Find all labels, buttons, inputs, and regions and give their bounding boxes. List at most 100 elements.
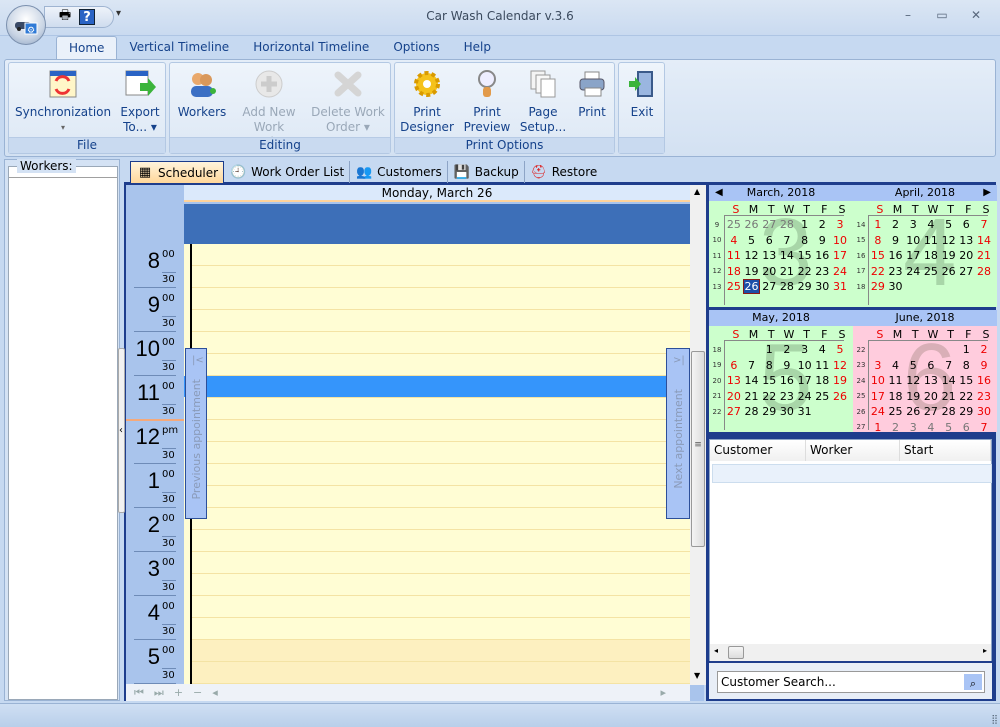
calendar-day[interactable]: 8 [957, 359, 975, 372]
calendar-day[interactable]: 27 [760, 218, 778, 231]
tab-vertical-timeline[interactable]: Vertical Timeline [117, 36, 241, 60]
calendar-day[interactable]: 5 [904, 359, 922, 372]
calendar-day[interactable]: 12 [743, 249, 761, 262]
calendar-day[interactable]: 21 [743, 390, 761, 403]
time-slot[interactable] [190, 288, 690, 310]
calendar-day[interactable]: 5 [831, 343, 849, 356]
calendar-day[interactable]: 30 [813, 280, 831, 293]
calendar-day[interactable]: 7 [743, 359, 761, 372]
calendar-day[interactable]: 26 [940, 265, 958, 278]
calendar-day[interactable]: 26 [743, 218, 761, 231]
calendar-day[interactable]: 1 [957, 343, 975, 356]
time-slot[interactable] [190, 486, 690, 508]
calendar-day[interactable]: 17 [904, 249, 922, 262]
delete-work-order-button[interactable]: Delete Work Order ▾ [310, 67, 386, 135]
calendar-day[interactable]: 7 [975, 218, 993, 231]
calendar-day[interactable]: 20 [760, 265, 778, 278]
calendar-day[interactable]: 18 [725, 265, 743, 278]
calendar-day[interactable]: 6 [957, 218, 975, 231]
calendar-day[interactable]: 15 [796, 249, 814, 262]
calendar-day[interactable]: 9 [813, 234, 831, 247]
calendar-day[interactable]: 29 [869, 280, 887, 293]
tab-horizontal-timeline[interactable]: Horizontal Timeline [241, 36, 381, 60]
calendar-day[interactable]: 25 [725, 280, 743, 293]
calendar-day[interactable]: 20 [922, 390, 940, 403]
tab-help[interactable]: Help [452, 36, 503, 60]
calendar-day[interactable]: 11 [922, 234, 940, 247]
scroll-down-icon[interactable]: ▼ [694, 671, 700, 680]
calendar-day[interactable]: 1 [869, 218, 887, 231]
scroll-up-icon[interactable]: ▲ [694, 187, 700, 196]
calendar-day[interactable]: 14 [940, 374, 958, 387]
tab-options[interactable]: Options [381, 36, 451, 60]
calendar-day[interactable]: 19 [940, 249, 958, 262]
calendar-day[interactable]: 29 [796, 280, 814, 293]
calendar-day[interactable]: 20 [725, 390, 743, 403]
calendar-day[interactable]: 11 [887, 374, 905, 387]
calendar-day[interactable]: 16 [975, 374, 993, 387]
calendar-day[interactable]: 27 [760, 280, 778, 293]
time-slot[interactable] [190, 398, 690, 420]
minimize-button[interactable]: – [898, 8, 918, 24]
time-slot[interactable] [190, 662, 690, 684]
time-slot[interactable] [190, 530, 690, 552]
calendar-day[interactable]: 16 [813, 249, 831, 262]
maximize-button[interactable]: ▭ [932, 8, 952, 24]
calendar-day[interactable]: 18 [887, 390, 905, 403]
calendar-day[interactable]: 2 [778, 343, 796, 356]
calendar-day[interactable]: 11 [813, 359, 831, 372]
calendar-day[interactable]: 8 [796, 234, 814, 247]
calendar-day[interactable]: 25 [922, 265, 940, 278]
calendar-day[interactable]: 28 [778, 280, 796, 293]
calendar-day[interactable]: 21 [778, 265, 796, 278]
previous-appointment-button[interactable]: |< Previous appointment [185, 348, 207, 519]
application-menu-button[interactable]: ⚙ [6, 5, 46, 45]
calendar-day[interactable]: 2 [887, 421, 905, 434]
time-slot[interactable] [190, 266, 690, 288]
time-slot[interactable] [190, 442, 690, 464]
horizontal-scrollbar[interactable]: ◂ ▸ [710, 644, 991, 661]
time-slot[interactable] [190, 420, 690, 442]
calendar-day[interactable]: 8 [760, 359, 778, 372]
calendar-day[interactable]: 10 [796, 359, 814, 372]
close-button[interactable]: ✕ [966, 8, 986, 24]
column-start[interactable]: Start [900, 440, 991, 461]
scroll-thumb[interactable] [728, 646, 744, 659]
collapse-arrow-icon[interactable]: ‹ [119, 425, 123, 436]
tab-home[interactable]: Home [56, 36, 118, 60]
calendar-day[interactable]: 3 [869, 359, 887, 372]
day-header[interactable]: Monday, March 26 [184, 185, 690, 202]
time-slot[interactable] [190, 508, 690, 530]
calendar-day[interactable]: 6 [725, 359, 743, 372]
calendar-day[interactable]: 27 [725, 405, 743, 418]
binoculars-icon[interactable]: ⌕ [964, 674, 982, 690]
calendar-day[interactable]: 17 [869, 390, 887, 403]
calendar-day[interactable]: 1 [869, 421, 887, 434]
calendar-day[interactable]: 1 [760, 343, 778, 356]
calendar-day[interactable]: 18 [922, 249, 940, 262]
new-row[interactable] [712, 464, 992, 483]
calendar-day[interactable]: 8 [869, 234, 887, 247]
calendar-day[interactable]: 25 [813, 390, 831, 403]
calendar-day[interactable]: 1 [796, 218, 814, 231]
tab-work-order-list[interactable]: 🕘 Work Order List [224, 161, 351, 183]
time-slot[interactable] [190, 310, 690, 332]
print-designer-button[interactable]: Print Designer [399, 67, 455, 135]
time-slot[interactable] [190, 640, 690, 662]
calendar-day[interactable]: 5 [743, 234, 761, 247]
calendar-day[interactable]: 31 [831, 280, 849, 293]
calendar-day[interactable]: 22 [760, 390, 778, 403]
calendar-day[interactable]: 21 [940, 390, 958, 403]
calendar-day[interactable]: 28 [940, 405, 958, 418]
tab-restore[interactable]: ⛑ Restore [525, 161, 603, 183]
calendar-day[interactable]: 28 [778, 218, 796, 231]
calendar-day[interactable]: 27 [922, 405, 940, 418]
scroll-thumb[interactable]: ≡ [691, 351, 705, 547]
calendar-day[interactable]: 4 [725, 234, 743, 247]
calendar-day[interactable]: 24 [904, 265, 922, 278]
workers-list[interactable] [9, 177, 117, 699]
calendar-day[interactable]: 30 [778, 405, 796, 418]
synchronization-button[interactable]: Synchronization ▾ [15, 67, 111, 135]
calendar-day[interactable]: 30 [975, 405, 993, 418]
calendar-day[interactable]: 7 [940, 359, 958, 372]
